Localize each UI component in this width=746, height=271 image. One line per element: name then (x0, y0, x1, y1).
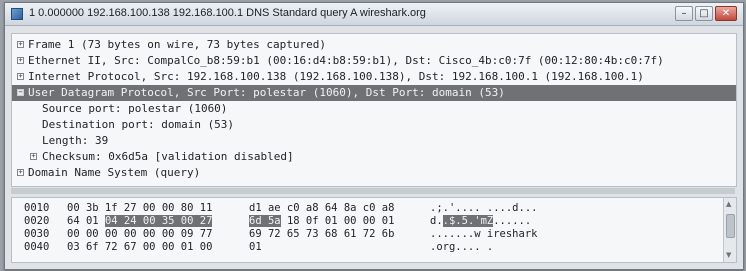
expand-plus-icon[interactable]: + (17, 57, 24, 64)
expand-plus-icon[interactable]: + (17, 41, 24, 48)
tree-row-frame[interactable]: + Frame 1 (73 bytes on wire, 73 bytes ca… (12, 37, 736, 53)
tree-row-label: Ethernet II, Src: CompalCo_b8:59:b1 (00:… (28, 54, 664, 67)
ascii-bytes[interactable]: .......w ireshark (430, 228, 537, 240)
hex-offset: 0020 (24, 215, 50, 227)
hex-bytes-first-half[interactable]: 00 00 00 00 00 00 09 77 (67, 228, 212, 240)
ascii-bytes[interactable]: d..$.5.'mZ...... (430, 215, 531, 227)
ascii-bytes[interactable]: .;.'.... ....d... (430, 202, 537, 214)
hex-bytes-first-half[interactable]: 00 3b 1f 27 00 00 80 11 (67, 202, 212, 214)
tree-row-source-port[interactable]: Source port: polestar (1060) (12, 101, 736, 117)
tree-row-label: Frame 1 (73 bytes on wire, 73 bytes capt… (28, 38, 327, 51)
hex-bytes-second-half[interactable]: 6d 5a 18 0f 01 00 00 01 (249, 215, 394, 227)
packet-window: 1 0.000000 192.168.100.138 192.168.100.1… (4, 2, 744, 270)
expand-plus-icon[interactable]: + (17, 73, 24, 80)
hex-bytes-first-half[interactable]: 64 01 04 24 00 35 00 27 (67, 215, 213, 227)
packet-details-pane[interactable]: + Frame 1 (73 bytes on wire, 73 bytes ca… (11, 33, 737, 187)
scrollbar-thumb[interactable] (726, 214, 735, 238)
tree-row-ethernet[interactable]: + Ethernet II, Src: CompalCo_b8:59:b1 (0… (12, 53, 736, 69)
expand-plus-icon[interactable]: + (17, 169, 24, 176)
hex-bytes-first-half[interactable]: 03 6f 72 67 00 00 01 00 (67, 241, 212, 253)
expand-plus-icon[interactable]: + (30, 153, 37, 160)
hex-bytes-second-half[interactable]: 69 72 65 73 68 61 72 6b (249, 228, 394, 240)
minimize-button[interactable]: – (675, 6, 693, 21)
tree-row-dns[interactable]: + Domain Name System (query) (12, 165, 736, 181)
tree-row-label: Checksum: 0x6d5a [validation disabled] (42, 150, 294, 163)
hex-bytes-highlighted: 04 24 00 35 00 27 (104, 215, 213, 227)
ascii-unselected: ...... (493, 215, 532, 227)
scroll-down-icon[interactable]: ▼ (726, 251, 731, 259)
tree-row-udp-selected[interactable]: − User Datagram Protocol, Src Port: pole… (12, 85, 736, 101)
hex-bytes-second-half[interactable]: 01 (249, 241, 262, 253)
hex-bytes-unselected: 64 01 (67, 215, 99, 227)
tree-row-length[interactable]: Length: 39 (12, 133, 736, 149)
packet-bytes-pane[interactable]: 0010 00 3b 1f 27 00 00 80 11 d1 ae c0 a8… (11, 197, 737, 263)
tree-row-label: Source port: polestar (1060) (42, 102, 228, 115)
hex-bytes-highlighted: 6d 5a (249, 215, 281, 227)
wireshark-app-icon (11, 8, 23, 20)
tree-row-label: Internet Protocol, Src: 192.168.100.138 … (28, 70, 644, 83)
hex-offset: 0010 (24, 202, 50, 214)
scroll-up-icon[interactable]: ▲ (726, 200, 731, 208)
hex-bytes-unselected: 18 0f 01 00 00 01 (286, 215, 395, 227)
tree-row-destination-port[interactable]: Destination port: domain (53) (12, 117, 736, 133)
hex-offset: 0030 (24, 228, 50, 240)
ascii-unselected: d. (430, 215, 443, 227)
window-title: 1 0.000000 192.168.100.138 192.168.100.1… (29, 7, 426, 19)
tree-row-ip[interactable]: + Internet Protocol, Src: 192.168.100.13… (12, 69, 736, 85)
tree-row-checksum[interactable]: + Checksum: 0x6d5a [validation disabled] (12, 149, 736, 165)
close-button[interactable]: ✕ (715, 6, 737, 21)
window-controls: – □ ✕ (675, 6, 737, 21)
ascii-bytes[interactable]: .org.... . (430, 241, 493, 253)
tree-row-label: Domain Name System (query) (28, 166, 201, 179)
tree-row-label: Destination port: domain (53) (42, 118, 235, 131)
vertical-scrollbar[interactable]: ▲ ▼ (723, 198, 736, 262)
tree-row-label: Length: 39 (42, 134, 109, 147)
ascii-highlighted: .$.5.'mZ (442, 215, 494, 227)
hex-offset: 0040 (24, 241, 50, 253)
tree-row-label: User Datagram Protocol, Src Port: polest… (28, 86, 505, 99)
title-bar[interactable]: 1 0.000000 192.168.100.138 192.168.100.1… (5, 3, 743, 26)
pane-splitter[interactable] (11, 188, 735, 194)
collapse-minus-icon[interactable]: − (17, 89, 24, 96)
hex-bytes-second-half[interactable]: d1 ae c0 a8 64 8a c0 a8 (249, 202, 394, 214)
maximize-button[interactable]: □ (695, 6, 713, 21)
